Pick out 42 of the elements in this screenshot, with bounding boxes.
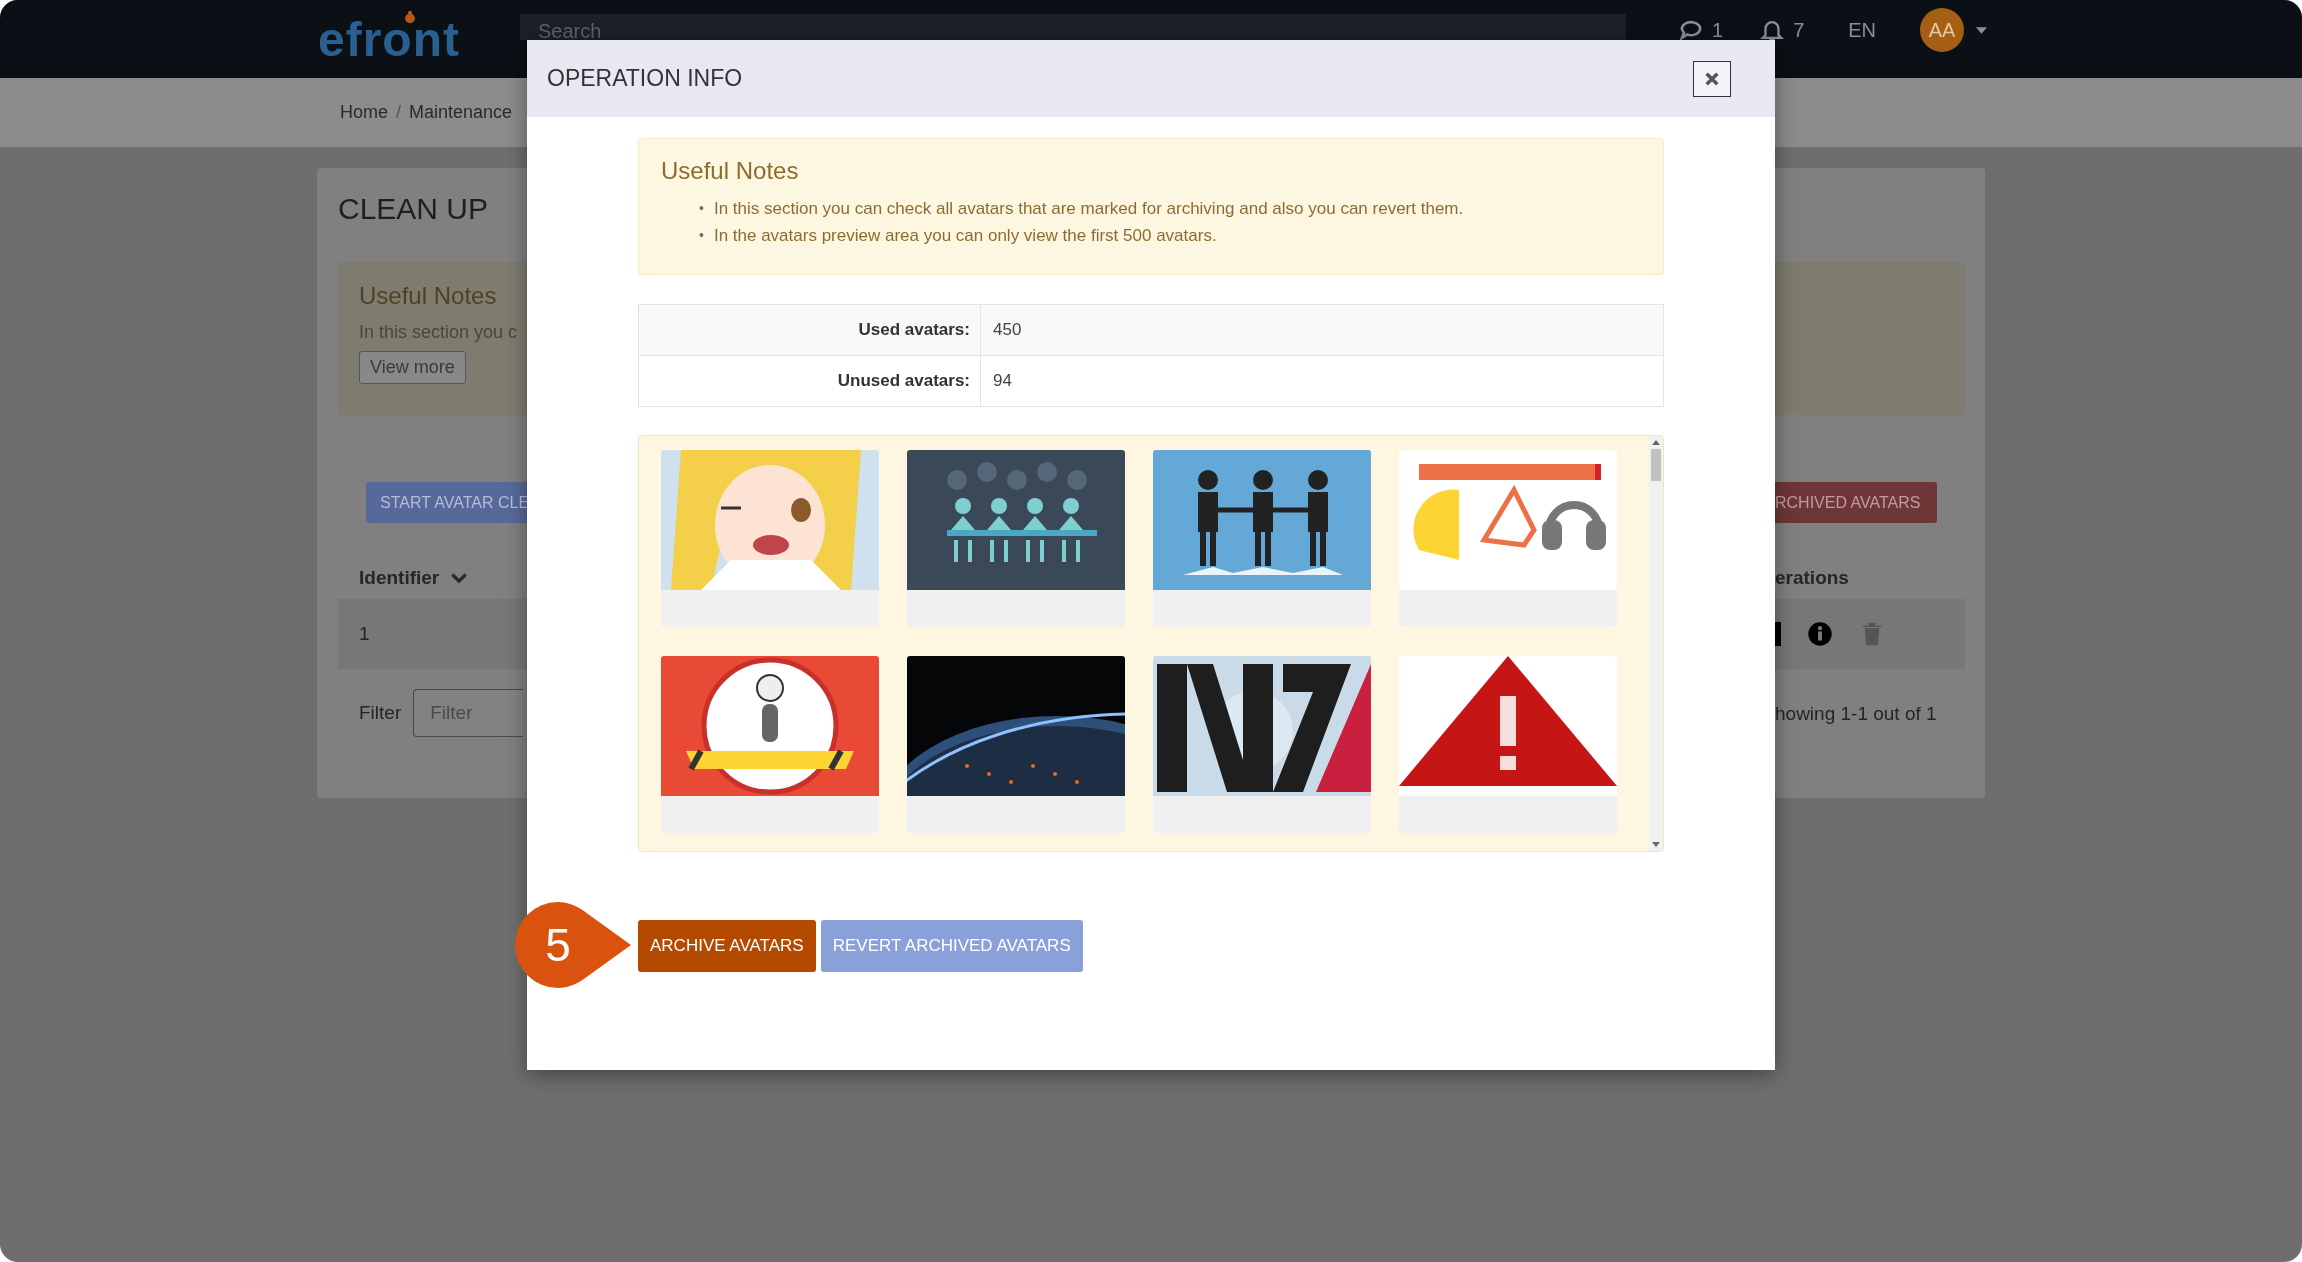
message-count: 1 bbox=[1712, 18, 1724, 42]
table-cell: 94 bbox=[980, 355, 1664, 407]
dialog-title: OPERATION INFO bbox=[547, 65, 743, 92]
caret-icon[interactable] bbox=[1976, 26, 1988, 34]
table-cell: 450 bbox=[980, 304, 1664, 356]
note-item: In this section you can check all avatars that are marked for archiving and also you can revert them. bbox=[713, 198, 1464, 220]
notes-title: Useful Notes bbox=[661, 157, 800, 185]
table-cell: Unused avatars: bbox=[638, 355, 981, 407]
scroll-up-icon[interactable] bbox=[1652, 440, 1660, 445]
close-icon bbox=[1704, 70, 1720, 87]
breadcrumb-link[interactable]: Maintenance bbox=[409, 102, 513, 123]
note-item: In the avatars preview area you can only view the first 500 avatars. bbox=[713, 225, 1217, 247]
notes-text: In this section you c bbox=[359, 322, 519, 343]
archive-avatars-button[interactable]: ARCHIVE AVATARS bbox=[638, 920, 816, 972]
language-selector[interactable]: EN bbox=[1848, 18, 1877, 42]
filter-label: Filter bbox=[359, 702, 402, 724]
notes-title: Useful Notes bbox=[359, 282, 498, 310]
breadcrumb-separator: / bbox=[396, 102, 402, 123]
search-field[interactable]: Search bbox=[520, 14, 1626, 40]
column-header[interactable]: Identifier bbox=[338, 557, 527, 599]
table-cell: Used avatars: bbox=[638, 304, 981, 356]
info-icon[interactable] bbox=[1807, 621, 1833, 647]
chevron-down-icon[interactable] bbox=[451, 572, 468, 584]
scrollbar-thumb[interactable] bbox=[1651, 449, 1661, 481]
revert-archived-avatars-button[interactable]: REVERT ARCHIVED AVATARS bbox=[820, 920, 1083, 972]
column-header: erations bbox=[1775, 566, 1850, 590]
revert-archived-button[interactable]: RCHIVED AVATARS bbox=[1775, 482, 1937, 523]
filter-field[interactable]: Filter bbox=[413, 689, 524, 737]
logo[interactable]: efront bbox=[318, 12, 483, 67]
notification-count: 7 bbox=[1793, 18, 1805, 42]
scroll-down-icon[interactable] bbox=[1652, 842, 1660, 847]
step-callout: 5 bbox=[513, 900, 633, 990]
page-title: CLEAN UP bbox=[338, 192, 490, 227]
bullet: • bbox=[699, 226, 704, 245]
pagination-info: howing 1-1 out of 1 bbox=[1775, 703, 1938, 725]
breadcrumb-link[interactable]: Home bbox=[340, 102, 388, 123]
table-cell: 1 bbox=[359, 623, 370, 645]
user-avatar[interactable]: AA bbox=[1920, 8, 1965, 52]
close-button[interactable] bbox=[1693, 60, 1731, 97]
view-more-button[interactable]: View more bbox=[359, 351, 466, 384]
scrollbar[interactable] bbox=[1649, 436, 1663, 851]
bullet: • bbox=[699, 199, 704, 218]
